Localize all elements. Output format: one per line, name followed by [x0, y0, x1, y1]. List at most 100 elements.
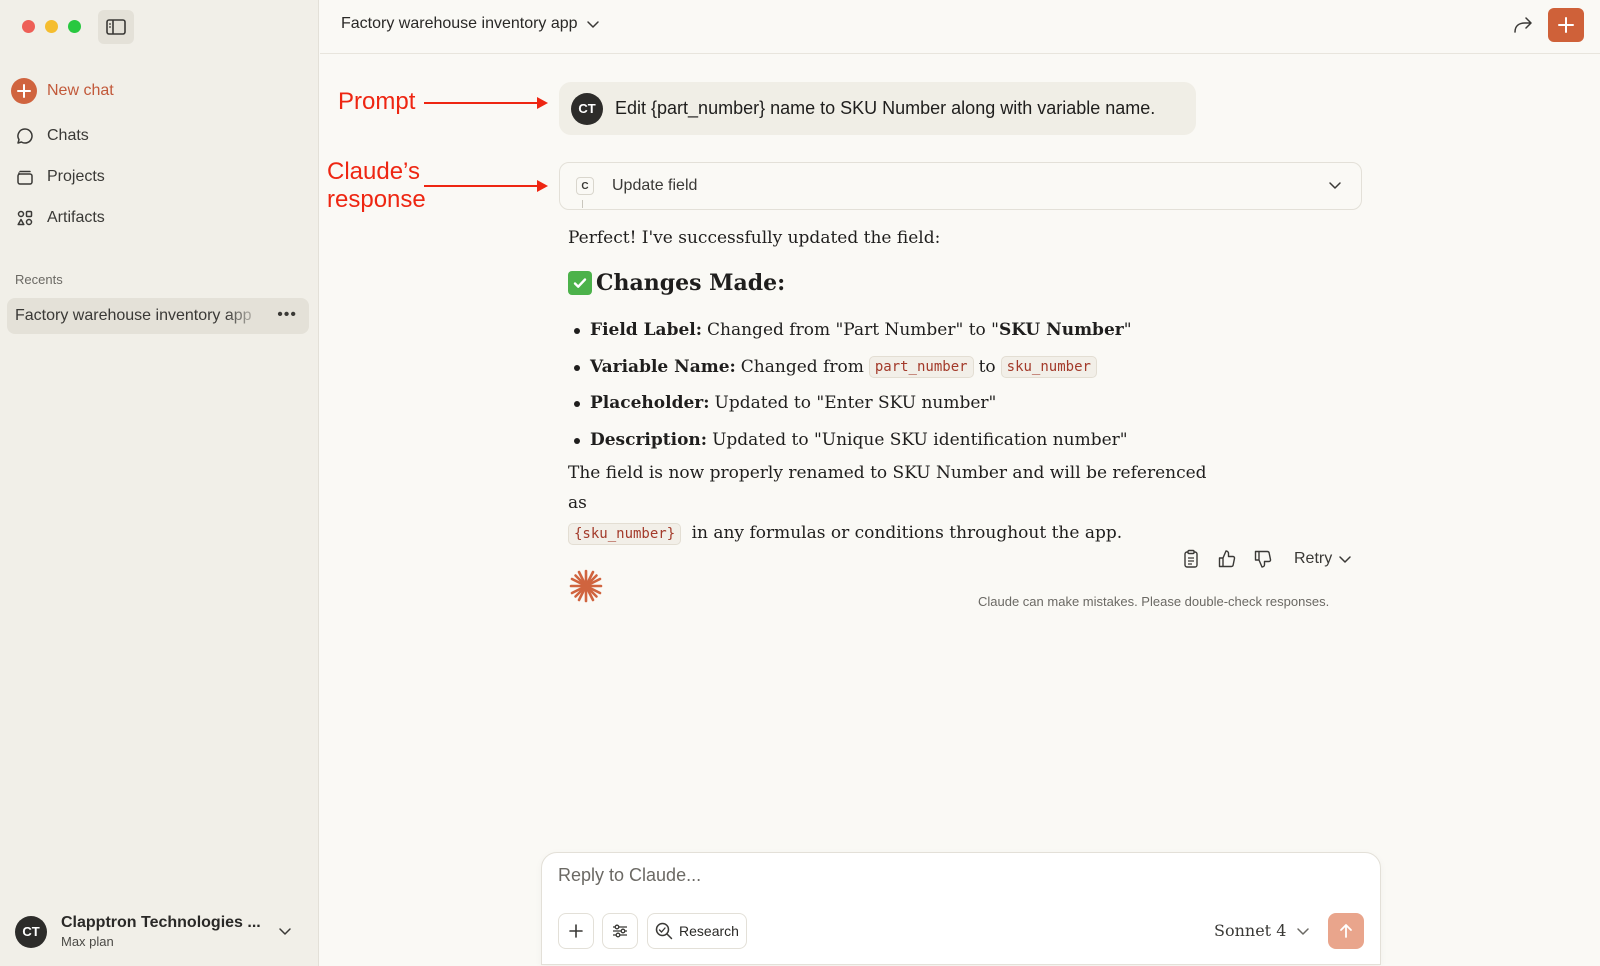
- avatar: CT: [15, 915, 47, 948]
- projects-icon: [15, 167, 35, 187]
- list-item: Field Label: Changed from "Part Number" …: [572, 312, 1132, 349]
- list-item: Placeholder: Updated to "Enter SKU numbe…: [572, 385, 1132, 422]
- inline-code: part_number: [868, 355, 974, 378]
- chevron-down-icon: [586, 21, 599, 28]
- sidebar-item-artifacts[interactable]: Artifacts: [15, 208, 105, 228]
- bullet-key: Placeholder:: [590, 393, 710, 414]
- bullet-text: Changed from: [740, 356, 864, 377]
- message-actions: Retry: [1180, 548, 1352, 570]
- sidebar-item-projects[interactable]: Projects: [15, 167, 105, 187]
- bullet-text-mid: to: [978, 356, 996, 377]
- account-menu[interactable]: CT Clapptron Technologies ... Max plan: [15, 914, 261, 949]
- bullet-key: Field Label:: [590, 320, 703, 341]
- closing-text-after: in any formulas or conditions throughout…: [691, 523, 1123, 543]
- chevron-down-icon: [1339, 556, 1351, 563]
- reply-input[interactable]: [558, 865, 1338, 886]
- claude-logo-icon: [569, 569, 603, 603]
- response-closing: The field is now properly renamed to SKU…: [568, 458, 1228, 549]
- recent-chat-item[interactable]: Factory warehouse inventory app •••: [7, 298, 309, 334]
- bullet-key: Variable Name:: [590, 356, 736, 377]
- research-label: Research: [679, 923, 739, 939]
- sliders-icon: [613, 924, 627, 938]
- research-button[interactable]: Research: [647, 913, 747, 949]
- changes-list: Field Label: Changed from "Part Number" …: [572, 312, 1132, 458]
- user-avatar: CT: [571, 92, 603, 125]
- retry-button[interactable]: Retry: [1294, 550, 1352, 568]
- prompt-annotation: Prompt: [338, 88, 416, 115]
- bullet-bold: SKU Number: [998, 320, 1124, 341]
- chat-header: Factory warehouse inventory app: [320, 0, 1600, 54]
- copy-button[interactable]: [1180, 548, 1202, 570]
- bullet-key: Description:: [590, 429, 708, 450]
- research-icon: [655, 922, 673, 940]
- sidebar: New chat Chats Projects Artifacts Recent…: [0, 0, 319, 966]
- send-button[interactable]: [1328, 913, 1364, 949]
- tools-button[interactable]: [602, 913, 638, 949]
- account-name: Clapptron Technologies ...: [61, 914, 261, 931]
- more-options-icon[interactable]: •••: [277, 306, 297, 324]
- response-heading-text: Changes Made:: [596, 270, 786, 296]
- tool-icon: C: [576, 177, 594, 195]
- bullet-text: Updated to "Enter SKU number": [714, 393, 997, 414]
- response-intro: Perfect! I've successfully updated the f…: [568, 228, 941, 248]
- chat-title-dropdown[interactable]: Factory warehouse inventory app: [341, 15, 600, 33]
- recents-heading: Recents: [15, 272, 63, 287]
- composer: Research Sonnet 4: [541, 852, 1381, 965]
- new-chat-label: New chat: [47, 82, 114, 99]
- window-controls: [22, 20, 81, 33]
- close-window-button[interactable]: [22, 20, 35, 33]
- plus-icon: [11, 78, 37, 104]
- model-label: Sonnet 4: [1214, 921, 1287, 940]
- thumbs-down-icon: [1254, 550, 1272, 568]
- retry-label: Retry: [1294, 550, 1333, 567]
- account-plan: Max plan: [61, 934, 114, 949]
- model-selector[interactable]: Sonnet 4: [1214, 921, 1310, 940]
- response-heading: Changes Made:: [568, 270, 785, 296]
- sidebar-toggle-button[interactable]: [98, 10, 134, 44]
- response-annotation-line1: Claude’s: [327, 158, 420, 185]
- tool-label: Update field: [612, 177, 698, 194]
- user-message-text: Edit {part_number} name to SKU Number al…: [615, 98, 1156, 118]
- recent-chat-label: Factory warehouse inventory app: [15, 307, 252, 324]
- closing-text: The field is now properly renamed to SKU…: [568, 463, 1207, 513]
- chat-bubble-icon: [15, 126, 35, 146]
- sidebar-item-label: Artifacts: [47, 209, 105, 226]
- tool-connector: [582, 200, 583, 208]
- inline-code: {sku_number}: [568, 523, 682, 545]
- chat-title: Factory warehouse inventory app: [341, 15, 578, 32]
- minimize-window-button[interactable]: [45, 20, 58, 33]
- artifacts-icon: [15, 208, 35, 228]
- sidebar-item-label: Projects: [47, 168, 105, 185]
- new-chat-header-button[interactable]: [1548, 8, 1584, 42]
- thumbs-down-button[interactable]: [1252, 548, 1274, 570]
- sidebar-item-label: Chats: [47, 127, 89, 144]
- list-item: Description: Updated to "Unique SKU iden…: [572, 422, 1132, 459]
- share-arrow-icon: [1514, 17, 1532, 33]
- bullet-text-after: ": [1123, 320, 1132, 341]
- bullet-text: Updated to "Unique SKU identification nu…: [712, 429, 1128, 450]
- sidebar-item-chats[interactable]: Chats: [15, 126, 89, 146]
- share-button[interactable]: [1510, 12, 1536, 38]
- chevron-down-icon[interactable]: [278, 926, 292, 936]
- chevron-down-icon[interactable]: [1327, 179, 1343, 191]
- sidebar-icon: [106, 19, 126, 35]
- thumbs-up-button[interactable]: [1216, 548, 1238, 570]
- disclaimer: Claude can make mistakes. Please double-…: [978, 594, 1330, 609]
- chevron-down-icon: [1297, 927, 1310, 935]
- inline-code: sku_number: [1000, 355, 1097, 378]
- prompt-arrow: [424, 97, 548, 109]
- list-item: Variable Name: Changed from part_number …: [572, 349, 1132, 386]
- plus-icon: [1558, 17, 1574, 33]
- thumbs-up-icon: [1218, 550, 1236, 568]
- bullet-text: Changed from "Part Number" to ": [707, 320, 999, 341]
- arrow-up-icon: [1340, 924, 1352, 938]
- attach-button[interactable]: [558, 913, 594, 949]
- new-chat-button[interactable]: New chat: [11, 78, 114, 104]
- maximize-window-button[interactable]: [68, 20, 81, 33]
- response-arrow: [424, 180, 548, 192]
- response-annotation-line2: response: [327, 186, 426, 213]
- plus-icon: [569, 924, 583, 938]
- tool-use-panel[interactable]: C Update field: [559, 162, 1362, 210]
- clipboard-icon: [1184, 549, 1198, 568]
- user-message: CT Edit {part_number} name to SKU Number…: [559, 82, 1196, 135]
